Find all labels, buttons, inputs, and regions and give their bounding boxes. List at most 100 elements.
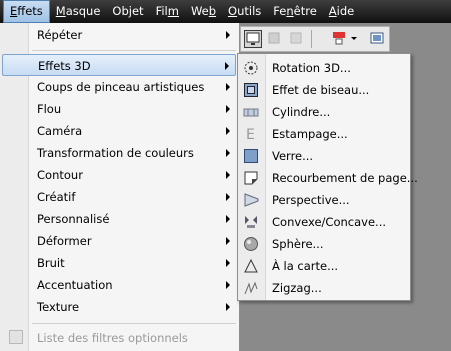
submenu-arrow-icon — [226, 237, 230, 245]
menu-item-label: Effet de biseau... — [272, 83, 370, 97]
menu-item-label: Coups de pinceau artistiques — [37, 80, 205, 94]
menu-item-label: Personnalisé — [37, 212, 110, 226]
picture-icon — [370, 32, 384, 44]
menu-item-label: Texture — [37, 300, 80, 314]
menu-item-transformation-couleurs[interactable]: Transformation de couleurs — [2, 142, 236, 164]
menu-item-label: Recourbement de page... — [272, 171, 418, 185]
menu-item-label: Estampage... — [272, 127, 348, 141]
submenu-arrow-icon — [226, 193, 230, 201]
menu-item-effets-3d[interactable]: Effets 3D — [2, 54, 236, 76]
dropdown-button[interactable] — [349, 30, 359, 48]
menu-item-rotation-3d[interactable]: Rotation 3D... — [239, 57, 409, 79]
menu-item-creatif[interactable]: Créatif — [2, 186, 236, 208]
menu-item-deformer[interactable]: Déformer — [2, 230, 236, 252]
menu-item-label: Transformation de couleurs — [37, 146, 194, 160]
export-tool-button[interactable] — [331, 30, 349, 48]
menu-bar: Effets Masque Objet Film Web Outils Fenê… — [0, 0, 451, 23]
disabled-tool-button[interactable] — [266, 30, 284, 48]
menu-item-flou[interactable]: Flou — [2, 98, 236, 120]
submenu-arrow-icon — [226, 215, 230, 223]
submenu-arrow-icon — [226, 83, 230, 91]
menu-item-label: À la carte... — [272, 259, 339, 273]
menu-item-label: Flou — [37, 102, 62, 116]
submenu-arrow-icon — [226, 281, 230, 289]
pinch-punch-icon — [245, 216, 257, 228]
menu-item-cylindre[interactable]: Cylindre... — [239, 101, 409, 123]
cylinder-icon — [243, 108, 259, 117]
menu-item-effet-de-biseau[interactable]: Effet de biseau... — [239, 79, 409, 101]
svg-text:E: E — [246, 127, 255, 142]
menu-item-perspective[interactable]: Perspective... — [239, 189, 409, 211]
menu-item-zigzag[interactable]: Zigzag... — [239, 277, 409, 299]
submenu-arrow-icon — [225, 62, 229, 70]
sphere-icon — [244, 237, 258, 251]
rotation-3d-icon — [244, 61, 258, 75]
menu-item-verre[interactable]: Verre... — [239, 145, 409, 167]
submenu-arrow-icon — [226, 31, 230, 39]
menu-item-accentuation[interactable]: Accentuation — [2, 274, 236, 296]
menu-aide[interactable]: Aide — [323, 0, 360, 23]
menu-item-label: Effets 3D — [38, 59, 91, 73]
menu-item-label: Répéter — [37, 28, 83, 42]
menu-item-label: Déformer — [37, 234, 92, 248]
menu-item-label: Contour — [37, 168, 83, 182]
menu-item-a-la-carte[interactable]: À la carte... — [239, 255, 409, 277]
menu-item-label: Cylindre... — [272, 105, 331, 119]
menu-item-personnalise[interactable]: Personnalisé — [2, 208, 236, 230]
menu-item-bruit[interactable]: Bruit — [2, 252, 236, 274]
menu-fenetre[interactable]: Fenêtre — [267, 0, 323, 23]
submenu-arrow-icon — [226, 303, 230, 311]
submenu-arrow-icon — [226, 127, 230, 135]
menu-item-liste-filtres: Liste des filtres optionnels — [2, 327, 236, 349]
disabled-tool-icon — [290, 32, 302, 44]
disabled-tool-icon — [268, 32, 280, 44]
menu-item-label: Sphère... — [272, 237, 324, 251]
menu-masque[interactable]: Masque — [50, 0, 107, 23]
chevron-down-icon — [351, 37, 357, 40]
submenu-arrow-icon — [226, 259, 230, 267]
menu-item-camera[interactable]: Caméra — [2, 120, 236, 142]
menu-web[interactable]: Web — [185, 0, 222, 23]
menu-item-label: Verre... — [272, 149, 314, 163]
menu-outils[interactable]: Outils — [222, 0, 267, 23]
menu-item-label: Caméra — [37, 124, 83, 138]
menu-item-label: Perspective... — [272, 193, 350, 207]
page-curl-icon — [244, 171, 258, 185]
view-tool-button[interactable] — [244, 30, 262, 48]
menu-item-coups-de-pinceau[interactable]: Coups de pinceau artistiques — [2, 76, 236, 98]
submenu-arrow-icon — [226, 149, 230, 157]
menu-effets[interactable]: Effets — [3, 0, 50, 23]
menu-item-convexe-concave[interactable]: Convexe/Concave... — [239, 211, 409, 233]
effects-menu: Répéter Effets 3D Coups de pinceau artis… — [0, 23, 240, 351]
menu-item-label: Liste des filtres optionnels — [37, 331, 188, 345]
zigzag-icon — [244, 281, 258, 295]
image-tool-button[interactable] — [369, 30, 387, 48]
menu-objet[interactable]: Objet — [106, 0, 149, 23]
export-icon — [333, 32, 345, 45]
toolbar-strip — [240, 26, 390, 52]
monitor-icon — [246, 32, 260, 45]
menu-item-label: Rotation 3D... — [272, 61, 351, 75]
menu-separator — [32, 323, 236, 324]
submenu-arrow-icon — [226, 105, 230, 113]
menu-item-sphere[interactable]: Sphère... — [239, 233, 409, 255]
menu-item-recourbement-de-page[interactable]: Recourbement de page... — [239, 167, 418, 189]
menu-item-label: Créatif — [37, 190, 76, 204]
menu-film[interactable]: Film — [150, 0, 185, 23]
menu-item-label: Zigzag... — [272, 281, 322, 295]
menu-item-label: Bruit — [37, 256, 65, 270]
glass-icon — [244, 149, 258, 163]
plugin-icon — [9, 330, 23, 344]
the-boss-icon — [244, 258, 258, 273]
menu-item-estampage[interactable]: E Estampage... — [239, 123, 409, 145]
menu-item-texture[interactable]: Texture — [2, 296, 236, 318]
perspective-icon — [244, 193, 259, 207]
submenu-arrow-icon — [226, 171, 230, 179]
disabled-tool-button-2[interactable] — [288, 30, 306, 48]
menu-item-repeter[interactable]: Répéter — [2, 24, 236, 46]
menu-separator — [32, 50, 236, 51]
effets-3d-submenu: Rotation 3D... Effet de biseau... Cylind… — [237, 53, 418, 301]
emboss-icon: E — [246, 127, 255, 142]
menu-item-label: Convexe/Concave... — [272, 215, 387, 229]
menu-item-contour[interactable]: Contour — [2, 164, 236, 186]
